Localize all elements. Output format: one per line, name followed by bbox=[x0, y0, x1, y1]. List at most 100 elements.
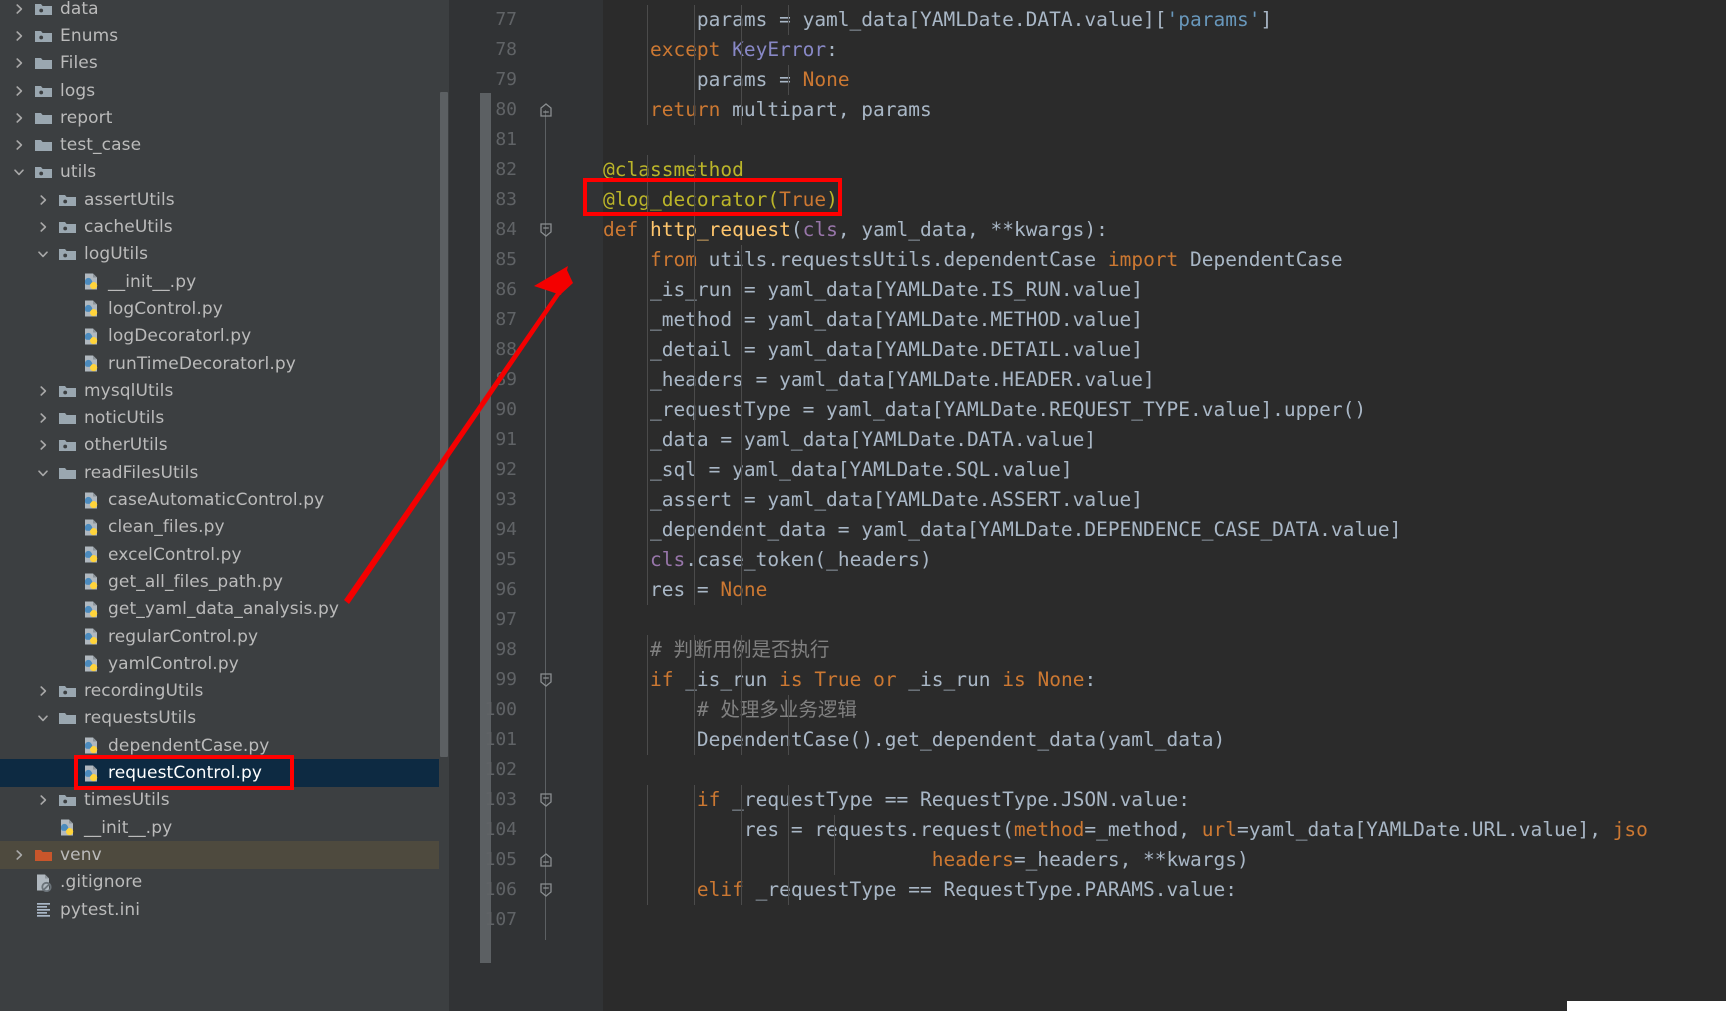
chevron-down-icon[interactable] bbox=[32, 248, 54, 260]
code-line[interactable]: DependentCase().get_dependent_data(yaml_… bbox=[603, 725, 1225, 755]
tree-item-pytest-ini[interactable]: pytest.ini bbox=[0, 896, 449, 923]
tree-item-init-py[interactable]: __init__.py bbox=[0, 814, 449, 841]
tree-item-enums[interactable]: Enums bbox=[0, 22, 449, 49]
fold-collapse-icon[interactable] bbox=[537, 215, 555, 245]
line-number: 89 bbox=[495, 369, 517, 390]
tree-item-yamlcontrol-py[interactable]: yamlControl.py bbox=[0, 650, 449, 677]
tree-item-init-py[interactable]: __init__.py bbox=[0, 268, 449, 295]
tree-item-logs[interactable]: logs bbox=[0, 77, 449, 104]
tree-item-caseautomaticcontrol-py[interactable]: caseAutomaticControl.py bbox=[0, 486, 449, 513]
code-line[interactable]: return multipart, params bbox=[603, 95, 932, 125]
sidebar-scrollbar-thumb[interactable] bbox=[440, 92, 448, 757]
fold-collapse-icon[interactable] bbox=[537, 875, 555, 905]
code-line[interactable]: _requestType = yaml_data[YAMLDate.REQUES… bbox=[603, 395, 1366, 425]
tree-item-venv[interactable]: venv bbox=[0, 841, 449, 869]
code-line[interactable]: @log_decorator(True) bbox=[603, 185, 838, 215]
code-line[interactable]: _method = yaml_data[YAMLDate.METHOD.valu… bbox=[603, 305, 1143, 335]
chevron-right-icon[interactable] bbox=[8, 849, 30, 861]
tree-item-otherutils[interactable]: otherUtils bbox=[0, 432, 449, 459]
indent-guide bbox=[787, 725, 789, 755]
tree-item-recordingutils[interactable]: recordingUtils bbox=[0, 678, 449, 705]
tree-item-regularcontrol-py[interactable]: regularControl.py bbox=[0, 623, 449, 650]
chevron-right-icon[interactable] bbox=[32, 385, 54, 397]
code-line[interactable]: except KeyError: bbox=[603, 35, 838, 65]
code-line[interactable]: _detail = yaml_data[YAMLDate.DETAIL.valu… bbox=[603, 335, 1143, 365]
tree-item-requestsutils[interactable]: requestsUtils bbox=[0, 705, 449, 732]
tree-item-utils[interactable]: utils bbox=[0, 159, 449, 186]
line-number: 105 bbox=[484, 849, 517, 870]
code-line[interactable]: cls.case_token(_headers) bbox=[603, 545, 932, 575]
chevron-down-icon[interactable] bbox=[8, 166, 30, 178]
code-token: from bbox=[649, 248, 697, 271]
chevron-right-icon[interactable] bbox=[8, 85, 30, 97]
tree-item-logdecoratorl-py[interactable]: logDecoratorl.py bbox=[0, 323, 449, 350]
indent-guide bbox=[740, 35, 742, 65]
tree-item-data[interactable]: data bbox=[0, 0, 449, 22]
code-line[interactable]: # 判断用例是否执行 bbox=[603, 635, 830, 665]
code-line[interactable]: # 处理多业务逻辑 bbox=[603, 695, 857, 725]
code-line[interactable]: headers=_headers, **kwargs) bbox=[603, 845, 1249, 875]
tree-item-files[interactable]: Files bbox=[0, 50, 449, 77]
tree-item-logcontrol-py[interactable]: logControl.py bbox=[0, 295, 449, 322]
code-line[interactable]: _data = yaml_data[YAMLDate.DATA.value] bbox=[603, 425, 1096, 455]
tree-item-noticutils[interactable]: noticUtils bbox=[0, 405, 449, 432]
chevron-right-icon[interactable] bbox=[8, 30, 30, 42]
code-line[interactable]: res = requests.request(method=_method, u… bbox=[603, 815, 1648, 845]
project-tree-panel[interactable]: data Enums Files logs report test_case utils as… bbox=[0, 0, 449, 1011]
tree-item-cacheutils[interactable]: cacheUtils bbox=[0, 213, 449, 240]
fold-collapse-icon[interactable] bbox=[537, 665, 555, 695]
code-line[interactable]: if _is_run is True or _is_run is None: bbox=[603, 665, 1096, 695]
code-line[interactable]: params = yaml_data[YAMLDate.DATA.value][… bbox=[603, 5, 1272, 35]
code-line[interactable]: from utils.requestsUtils.dependentCase i… bbox=[603, 245, 1343, 275]
chevron-right-icon[interactable] bbox=[32, 439, 54, 451]
code-token: return bbox=[649, 98, 721, 121]
code-line[interactable]: params = None bbox=[603, 65, 850, 95]
code-line[interactable]: _headers = yaml_data[YAMLDate.HEADER.val… bbox=[603, 365, 1155, 395]
chevron-right-icon[interactable] bbox=[32, 194, 54, 206]
chevron-right-icon[interactable] bbox=[32, 794, 54, 806]
chevron-down-icon[interactable] bbox=[32, 712, 54, 724]
code-line[interactable]: elif _requestType == RequestType.PARAMS.… bbox=[603, 875, 1237, 905]
tree-item-runtimedecoratorl-py[interactable]: runTimeDecoratorl.py bbox=[0, 350, 449, 377]
fold-end-icon[interactable] bbox=[537, 845, 555, 875]
tree-item-readfilesutils[interactable]: readFilesUtils bbox=[0, 459, 449, 486]
tree-item-timesutils[interactable]: timesUtils bbox=[0, 787, 449, 814]
tree-item-dependentcase-py[interactable]: dependentCase.py bbox=[0, 732, 449, 759]
chevron-right-icon[interactable] bbox=[32, 685, 54, 697]
chevron-right-icon[interactable] bbox=[32, 221, 54, 233]
folder-source-icon bbox=[54, 219, 80, 235]
code-line[interactable]: _dependent_data = yaml_data[YAMLDate.DEP… bbox=[603, 515, 1401, 545]
tree-item-get-all-files-path-py[interactable]: get_all_files_path.py bbox=[0, 568, 449, 595]
tree-item-report[interactable]: report bbox=[0, 104, 449, 131]
code-line[interactable]: res = None bbox=[603, 575, 767, 605]
code-line[interactable]: _assert = yaml_data[YAMLDate.ASSERT.valu… bbox=[603, 485, 1143, 515]
sidebar-scrollbar-track[interactable] bbox=[439, 0, 449, 1011]
tree-item-clean-files-py[interactable]: clean_files.py bbox=[0, 514, 449, 541]
code-token: DependentCase bbox=[1178, 248, 1343, 271]
chevron-down-icon[interactable] bbox=[32, 467, 54, 479]
indent-guide bbox=[646, 95, 648, 125]
tree-item-test-case[interactable]: test_case bbox=[0, 132, 449, 159]
code-line[interactable]: @classmethod bbox=[603, 155, 744, 185]
tree-item-mysqlutils[interactable]: mysqlUtils bbox=[0, 377, 449, 404]
code-line[interactable]: def http_request(cls, yaml_data, **kwarg… bbox=[603, 215, 1108, 245]
python-file-icon bbox=[78, 272, 104, 291]
tree-item-assertutils[interactable]: assertUtils bbox=[0, 186, 449, 213]
chevron-right-icon[interactable] bbox=[8, 112, 30, 124]
chevron-right-icon[interactable] bbox=[8, 57, 30, 69]
tree-item-gitignore[interactable]: .gitignore bbox=[0, 869, 449, 896]
fold-collapse-icon[interactable] bbox=[537, 785, 555, 815]
chevron-right-icon[interactable] bbox=[32, 412, 54, 424]
tree-item-get-yaml-data-analysis-py[interactable]: get_yaml_data_analysis.py bbox=[0, 596, 449, 623]
code-line[interactable]: _sql = yaml_data[YAMLDate.SQL.value] bbox=[603, 455, 1073, 485]
fold-end-icon[interactable] bbox=[537, 95, 555, 125]
tree-item-excelcontrol-py[interactable]: excelControl.py bbox=[0, 541, 449, 568]
chevron-right-icon[interactable] bbox=[8, 3, 30, 15]
tree-item-requestcontrol-py[interactable]: requestControl.py bbox=[0, 759, 449, 787]
chevron-right-icon[interactable] bbox=[8, 139, 30, 151]
code-editor[interactable]: 77 78 79 80 81 82 83 84 85 86 87 88 89 90 91 92 93 94 95 96… bbox=[449, 0, 1726, 1011]
code-line[interactable]: if _requestType == RequestType.JSON.valu… bbox=[603, 785, 1190, 815]
tree-item-logutils[interactable]: logUtils bbox=[0, 241, 449, 268]
code-line[interactable]: _is_run = yaml_data[YAMLDate.IS_RUN.valu… bbox=[603, 275, 1143, 305]
